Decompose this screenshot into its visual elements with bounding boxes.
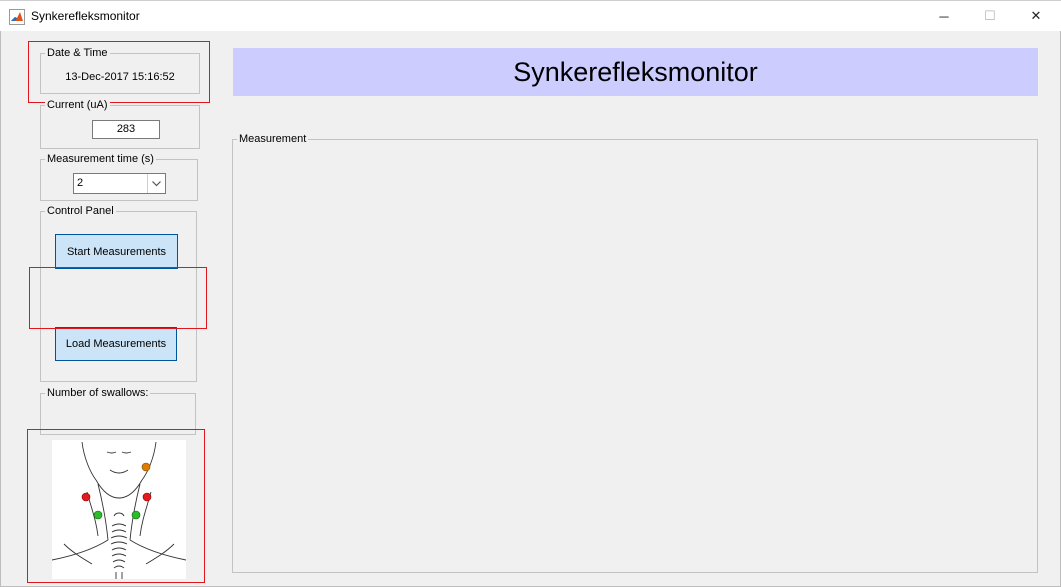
highlight-box-control xyxy=(29,267,207,329)
maximize-button[interactable]: ☐ xyxy=(967,1,1013,31)
start-measurements-button[interactable]: Start Measurements xyxy=(55,234,178,269)
measurement-panel: Measurement xyxy=(232,132,1038,573)
load-measurements-button[interactable]: Load Measurements xyxy=(55,327,177,361)
current-field[interactable]: 283 xyxy=(92,120,160,139)
current-label: Current (uA) xyxy=(45,98,110,112)
matlab-icon xyxy=(9,9,25,25)
minimize-button[interactable]: ─ xyxy=(921,1,967,31)
measurement-label: Measurement xyxy=(237,132,309,146)
current-panel: Current (uA) 283 xyxy=(40,98,200,149)
window-title: Synkerefleksmonitor xyxy=(31,9,140,23)
app-banner-title: Synkerefleksmonitor xyxy=(233,48,1038,96)
swallows-label: Number of swallows: xyxy=(45,386,151,400)
measurement-time-label: Measurement time (s) xyxy=(45,152,156,166)
control-panel-label: Control Panel xyxy=(45,204,116,218)
title-bar: Synkerefleksmonitor ─ ☐ ✕ xyxy=(0,0,1061,31)
highlight-box-diagram xyxy=(27,429,205,583)
measurement-time-dropdown[interactable]: 2 xyxy=(73,173,166,194)
close-button[interactable]: ✕ xyxy=(1013,1,1059,31)
measurement-time-value: 2 xyxy=(77,177,84,189)
chevron-down-icon[interactable] xyxy=(147,174,165,193)
measurement-time-panel: Measurement time (s) 2 xyxy=(40,152,198,201)
highlight-box-datetime xyxy=(28,41,210,103)
